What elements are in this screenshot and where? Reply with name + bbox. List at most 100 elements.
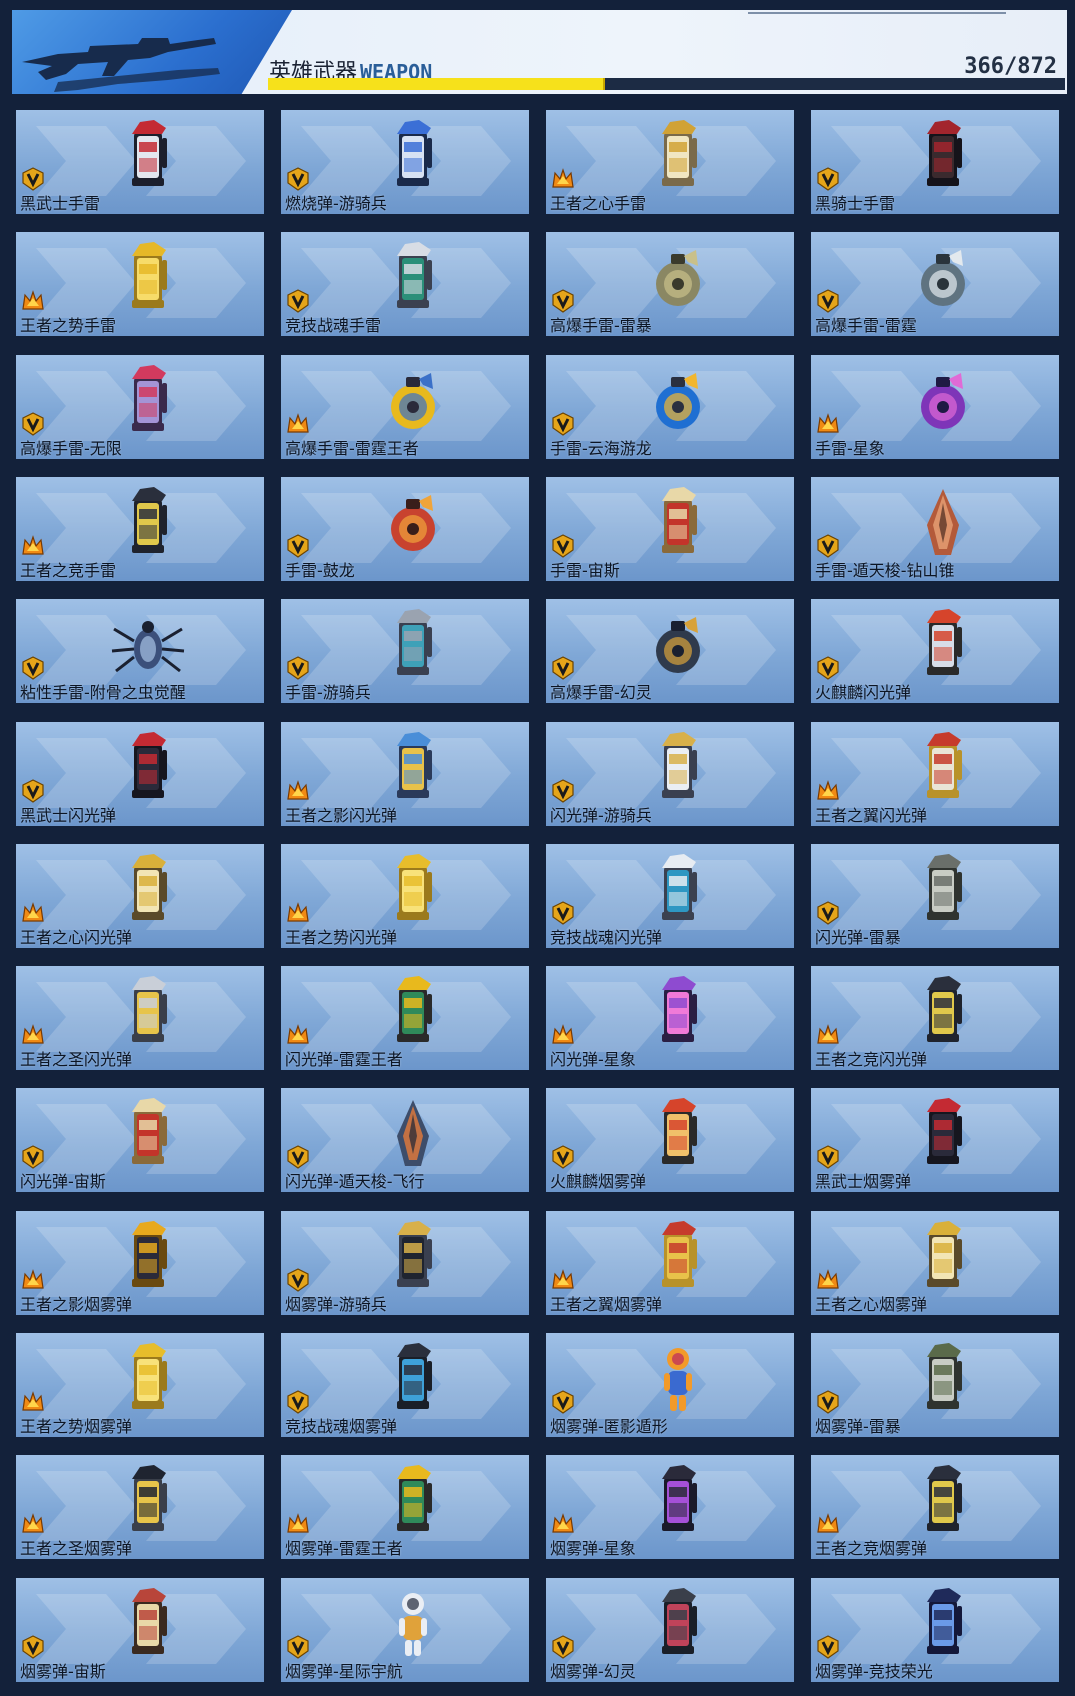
v-badge-icon: [552, 656, 574, 680]
weapon-tile[interactable]: 烟雾弹-星象: [546, 1455, 794, 1559]
weapon-image-canister: [132, 1465, 167, 1531]
weapon-tile[interactable]: 王者之势手雷: [16, 232, 264, 336]
weapon-tile[interactable]: 烟雾弹-雷暴: [811, 1333, 1059, 1437]
weapon-tile[interactable]: 王者之竞烟雾弹: [811, 1455, 1059, 1559]
weapon-image-canister: [662, 976, 697, 1042]
weapon-name: 火麒麟烟雾弹: [550, 1172, 647, 1191]
weapon-image-canister: [132, 120, 167, 186]
weapon-image-sphere: [921, 373, 965, 429]
weapon-tile[interactable]: 烟雾弹-幻灵: [546, 1578, 794, 1682]
weapon-tile[interactable]: 烟雾弹-雷霆王者: [281, 1455, 529, 1559]
weapon-tile[interactable]: 手雷-鼓龙: [281, 477, 529, 581]
weapon-tile[interactable]: 黑骑士手雷: [811, 110, 1059, 214]
weapon-tile[interactable]: 王者之心烟雾弹: [811, 1211, 1059, 1315]
weapon-tile[interactable]: 烟雾弹-星际宇航: [281, 1578, 529, 1682]
crown-badge-icon: [22, 1269, 44, 1289]
weapon-tile[interactable]: 王者之影闪光弹: [281, 722, 529, 826]
weapon-name: 火麒麟闪光弹: [815, 683, 912, 702]
weapon-image-sphere: [656, 617, 700, 673]
crown-badge-icon: [552, 1269, 574, 1289]
weapon-name: 闪光弹-游骑兵: [550, 806, 652, 825]
weapon-name: 王者之势烟雾弹: [20, 1417, 133, 1436]
weapon-image-canister: [927, 732, 962, 798]
weapon-name: 闪光弹-星象: [550, 1050, 636, 1069]
weapon-tile[interactable]: 王者之心手雷: [546, 110, 794, 214]
weapon-tile[interactable]: 王者之竞闪光弹: [811, 966, 1059, 1070]
weapon-name: 烟雾弹-幻灵: [550, 1662, 636, 1681]
weapon-tile[interactable]: 火麒麟烟雾弹: [546, 1088, 794, 1192]
weapon-image-canister: [132, 365, 167, 431]
weapon-tile[interactable]: 王者之竞手雷: [16, 477, 264, 581]
v-badge-icon: [552, 1145, 574, 1169]
weapon-tile[interactable]: 手雷-宙斯: [546, 477, 794, 581]
weapon-tile[interactable]: 王者之势烟雾弹: [16, 1333, 264, 1437]
weapon-tile[interactable]: 手雷-遁天梭-钻山锥: [811, 477, 1059, 581]
weapon-tile[interactable]: 高爆手雷-雷暴: [546, 232, 794, 336]
v-badge-icon: [817, 656, 839, 680]
v-badge-icon: [287, 656, 309, 680]
weapon-tile[interactable]: 燃烧弹-游骑兵: [281, 110, 529, 214]
weapon-image-canister: [132, 1221, 167, 1287]
weapon-tile[interactable]: 烟雾弹-匿影遁形: [546, 1333, 794, 1437]
v-badge-icon: [817, 167, 839, 191]
weapon-tile[interactable]: 竞技战魂手雷: [281, 232, 529, 336]
weapon-tile[interactable]: 粘性手雷-附骨之虫觉醒: [16, 599, 264, 703]
weapon-tile[interactable]: 王者之圣烟雾弹: [16, 1455, 264, 1559]
weapon-name: 粘性手雷-附骨之虫觉醒: [20, 683, 186, 702]
weapon-name: 燃烧弹-游骑兵: [285, 194, 387, 213]
weapon-tile[interactable]: 王者之影烟雾弹: [16, 1211, 264, 1315]
v-badge-icon: [22, 1635, 44, 1659]
weapon-name: 手雷-宙斯: [550, 561, 620, 580]
weapon-tile[interactable]: 王者之翼闪光弹: [811, 722, 1059, 826]
crown-badge-icon: [22, 1513, 44, 1533]
weapon-tile[interactable]: 王者之势闪光弹: [281, 844, 529, 948]
weapon-name: 高爆手雷-幻灵: [550, 683, 652, 702]
weapon-tile[interactable]: 闪光弹-宙斯: [16, 1088, 264, 1192]
weapon-tile[interactable]: 高爆手雷-幻灵: [546, 599, 794, 703]
weapon-name: 闪光弹-遁天梭-飞行: [285, 1172, 425, 1191]
weapon-name: 黑武士手雷: [20, 194, 101, 213]
v-badge-icon: [817, 1145, 839, 1169]
weapon-tile[interactable]: 黑武士闪光弹: [16, 722, 264, 826]
weapon-tile[interactable]: 闪光弹-雷暴: [811, 844, 1059, 948]
weapon-image-canister: [927, 1588, 962, 1654]
weapon-image-canister: [397, 120, 432, 186]
weapon-image-canister: [132, 1098, 167, 1164]
weapon-tile[interactable]: 黑武士烟雾弹: [811, 1088, 1059, 1192]
weapon-tile[interactable]: 烟雾弹-竞技荣光: [811, 1578, 1059, 1682]
weapon-tile[interactable]: 闪光弹-星象: [546, 966, 794, 1070]
weapon-tile[interactable]: 高爆手雷-无限: [16, 355, 264, 459]
v-badge-icon: [552, 289, 574, 313]
weapon-name: 高爆手雷-雷霆王者: [285, 439, 419, 458]
weapon-tile[interactable]: 高爆手雷-雷霆: [811, 232, 1059, 336]
weapon-tile[interactable]: 王者之圣闪光弹: [16, 966, 264, 1070]
crown-badge-icon: [552, 1024, 574, 1044]
weapon-image-cone: [927, 489, 959, 555]
weapon-tile[interactable]: 王者之翼烟雾弹: [546, 1211, 794, 1315]
weapon-tile[interactable]: 黑武士手雷: [16, 110, 264, 214]
weapon-tile[interactable]: 手雷-云海游龙: [546, 355, 794, 459]
weapon-tile[interactable]: 烟雾弹-宙斯: [16, 1578, 264, 1682]
v-badge-icon: [552, 1635, 574, 1659]
weapon-tile[interactable]: 闪光弹-遁天梭-飞行: [281, 1088, 529, 1192]
weapon-tile[interactable]: 闪光弹-游骑兵: [546, 722, 794, 826]
weapon-image-canister: [662, 732, 697, 798]
v-badge-icon: [552, 534, 574, 558]
weapon-name: 竞技战魂烟雾弹: [285, 1417, 398, 1436]
weapon-tile[interactable]: 手雷-星象: [811, 355, 1059, 459]
weapon-tile[interactable]: 竞技战魂闪光弹: [546, 844, 794, 948]
weapon-tile[interactable]: 烟雾弹-游骑兵: [281, 1211, 529, 1315]
weapon-tile[interactable]: 竞技战魂烟雾弹: [281, 1333, 529, 1437]
weapon-name: 闪光弹-宙斯: [20, 1172, 106, 1191]
weapon-image-canister: [397, 854, 432, 920]
weapon-image-canister: [662, 1465, 697, 1531]
weapon-tile[interactable]: 火麒麟闪光弹: [811, 599, 1059, 703]
weapon-tile[interactable]: 高爆手雷-雷霆王者: [281, 355, 529, 459]
weapon-name: 烟雾弹-星际宇航: [285, 1662, 403, 1681]
weapon-tile[interactable]: 王者之心闪光弹: [16, 844, 264, 948]
header-bar: 英雄武器 WEAPON 366/872: [12, 10, 1067, 94]
weapon-image-sphere: [656, 250, 700, 306]
weapon-name: 手雷-云海游龙: [550, 439, 652, 458]
weapon-tile[interactable]: 闪光弹-雷霆王者: [281, 966, 529, 1070]
weapon-tile[interactable]: 手雷-游骑兵: [281, 599, 529, 703]
